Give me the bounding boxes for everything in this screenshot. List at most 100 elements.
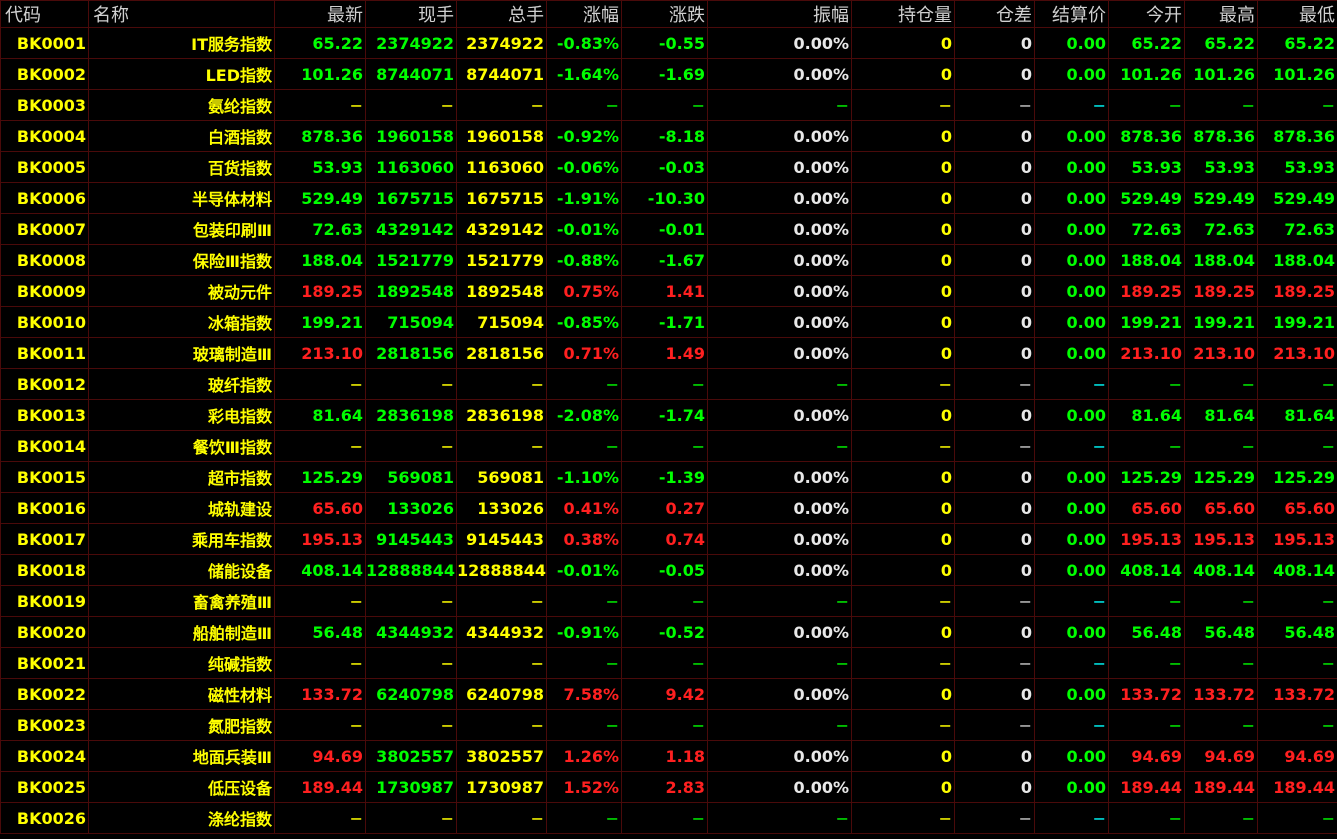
cell-current-volume: 4329142 (365, 213, 457, 245)
cell-low: 188.04 (1257, 244, 1337, 276)
table-row[interactable]: BK0009 被动元件 189.25 1892548 1892548 0.75% 1.41 0… (0, 275, 1337, 307)
cell-code: BK0008 (0, 244, 89, 276)
cell-oi-change: − (954, 89, 1035, 121)
cell-oi-change: 0 (954, 399, 1035, 431)
cell-open: 56.48 (1108, 616, 1185, 648)
cell-change-percent: -0.83% (546, 27, 622, 59)
cell-open: − (1108, 802, 1185, 834)
column-header-low[interactable]: 最低 (1257, 0, 1337, 28)
cell-current-volume: − (365, 368, 457, 400)
column-header-total-volume[interactable]: 总手 (456, 0, 547, 28)
cell-open: 81.64 (1108, 399, 1185, 431)
cell-change-percent: -0.92% (546, 120, 622, 152)
cell-change: -0.55 (621, 27, 708, 59)
column-header-code[interactable]: 代码 (0, 0, 89, 28)
table-row[interactable]: BK0006 半导体材料 529.49 1675715 1675715 -1.91% -10… (0, 182, 1337, 214)
cell-low: 94.69 (1257, 740, 1337, 772)
table-row[interactable]: BK0019 畜禽养殖Ⅲ − − − − − − − − − − − − (0, 585, 1337, 617)
cell-latest: 133.72 (274, 678, 366, 710)
table-row[interactable]: BK0002 LED指数 101.26 8744071 8744071 -1.64% -1.… (0, 58, 1337, 90)
table-row[interactable]: BK0001 IT服务指数 65.22 2374922 2374922 -0.83% -0.… (0, 27, 1337, 59)
cell-latest: 529.49 (274, 182, 366, 214)
cell-current-volume: − (365, 585, 457, 617)
table-row[interactable]: BK0023 氮肥指数 − − − − − − − − − − − − (0, 709, 1337, 741)
cell-total-volume: − (456, 647, 547, 679)
cell-settlement: 0.00 (1034, 461, 1109, 493)
cell-total-volume: 1521779 (456, 244, 547, 276)
column-header-settlement[interactable]: 结算价 (1034, 0, 1109, 28)
table-row[interactable]: BK0024 地面兵装Ⅲ 94.69 3802557 3802557 1.26% 1.18 0… (0, 740, 1337, 772)
cell-name: 氨纶指数 (88, 89, 275, 121)
table-row[interactable]: BK0007 包装印刷Ⅲ 72.63 4329142 4329142 -0.01% -0.0… (0, 213, 1337, 245)
cell-total-volume: 2836198 (456, 399, 547, 431)
cell-high: 408.14 (1184, 554, 1258, 586)
cell-open: 133.72 (1108, 678, 1185, 710)
cell-change-percent: − (546, 368, 622, 400)
column-header-high[interactable]: 最高 (1184, 0, 1258, 28)
cell-oi-change: 0 (954, 213, 1035, 245)
column-header-open-interest[interactable]: 持仓量 (851, 0, 955, 28)
cell-change: -0.03 (621, 151, 708, 183)
cell-name: 冰箱指数 (88, 306, 275, 338)
cell-total-volume: 2374922 (456, 27, 547, 59)
table-row[interactable]: BK0003 氨纶指数 − − − − − − − − − − − − (0, 89, 1337, 121)
column-header-name[interactable]: 名称 (88, 0, 275, 28)
cell-settlement: 0.00 (1034, 678, 1109, 710)
column-header-open[interactable]: 今开 (1108, 0, 1185, 28)
cell-high: 53.93 (1184, 151, 1258, 183)
cell-oi-change: 0 (954, 616, 1035, 648)
cell-settlement: 0.00 (1034, 337, 1109, 369)
cell-low: 189.25 (1257, 275, 1337, 307)
table-row[interactable]: BK0015 超市指数 125.29 569081 569081 -1.10% -1.39 0… (0, 461, 1337, 493)
cell-change-percent: − (546, 585, 622, 617)
cell-change-percent: -0.01% (546, 213, 622, 245)
cell-change: − (621, 585, 708, 617)
table-row[interactable]: BK0010 冰箱指数 199.21 715094 715094 -0.85% -1.71 0… (0, 306, 1337, 338)
table-row[interactable]: BK0020 船舶制造Ⅲ 56.48 4344932 4344932 -0.91% -0.5… (0, 616, 1337, 648)
cell-amplitude: 0.00% (707, 151, 852, 183)
cell-change: -1.69 (621, 58, 708, 90)
cell-name: 被动元件 (88, 275, 275, 307)
cell-total-volume: − (456, 802, 547, 834)
cell-current-volume: 715094 (365, 306, 457, 338)
column-header-amplitude[interactable]: 振幅 (707, 0, 852, 28)
cell-name: 半导体材料 (88, 182, 275, 214)
cell-latest: − (274, 89, 366, 121)
column-header-latest[interactable]: 最新 (274, 0, 366, 28)
column-header-current-volume[interactable]: 现手 (365, 0, 457, 28)
cell-open-interest: 0 (851, 771, 955, 803)
cell-code: BK0021 (0, 647, 89, 679)
cell-open-interest: 0 (851, 399, 955, 431)
column-header-oi-change[interactable]: 仓差 (954, 0, 1035, 28)
table-row[interactable]: BK0016 城轨建设 65.60 133026 133026 0.41% 0.27 0.00… (0, 492, 1337, 524)
table-row[interactable]: BK0004 白酒指数 878.36 1960158 1960158 -0.92% -8.1… (0, 120, 1337, 152)
table-row[interactable]: BK0018 储能设备 408.14 12888844 12888844 -0.01% -0… (0, 554, 1337, 586)
cell-change-percent: -2.08% (546, 399, 622, 431)
column-header-change-percent[interactable]: 涨幅 (546, 0, 622, 28)
cell-change: 1.18 (621, 740, 708, 772)
cell-current-volume: 1521779 (365, 244, 457, 276)
table-row[interactable]: BK0017 乘用车指数 195.13 9145443 9145443 0.38% 0.74… (0, 523, 1337, 555)
table-row[interactable]: BK0012 玻纤指数 − − − − − − − − − − − − (0, 368, 1337, 400)
table-row[interactable]: BK0014 餐饮Ⅲ指数 − − − − − − − − − − − − (0, 430, 1337, 462)
cell-code: BK0015 (0, 461, 89, 493)
table-row[interactable]: BK0026 涤纶指数 − − − − − − − − − − − − (0, 802, 1337, 834)
cell-current-volume: 2818156 (365, 337, 457, 369)
table-row[interactable]: BK0011 玻璃制造Ⅲ 213.10 2818156 2818156 0.71% 1.49… (0, 337, 1337, 369)
table-row[interactable]: BK0008 保险Ⅲ指数 188.04 1521779 1521779 -0.88% -1.… (0, 244, 1337, 276)
cell-settlement: 0.00 (1034, 399, 1109, 431)
table-row[interactable]: BK0022 磁性材料 133.72 6240798 6240798 7.58% 9.42 0… (0, 678, 1337, 710)
cell-change: -10.30 (621, 182, 708, 214)
cell-high: − (1184, 430, 1258, 462)
cell-code: BK0023 (0, 709, 89, 741)
table-row[interactable]: BK0005 百货指数 53.93 1163060 1163060 -0.06% -0.03… (0, 151, 1337, 183)
cell-change: − (621, 430, 708, 462)
cell-open: 199.21 (1108, 306, 1185, 338)
cell-latest: 195.13 (274, 523, 366, 555)
cell-total-volume: − (456, 430, 547, 462)
table-row[interactable]: BK0013 彩电指数 81.64 2836198 2836198 -2.08% -1.74… (0, 399, 1337, 431)
table-row[interactable]: BK0025 低压设备 189.44 1730987 1730987 1.52% 2.83 0… (0, 771, 1337, 803)
table-row[interactable]: BK0021 纯碱指数 − − − − − − − − − − − − (0, 647, 1337, 679)
column-header-change[interactable]: 涨跌 (621, 0, 708, 28)
header-row: 代码 名称 最新 现手 总手 涨幅 涨跌 振幅 持仓量 仓差 结算价 今开 最高… (0, 0, 1337, 28)
